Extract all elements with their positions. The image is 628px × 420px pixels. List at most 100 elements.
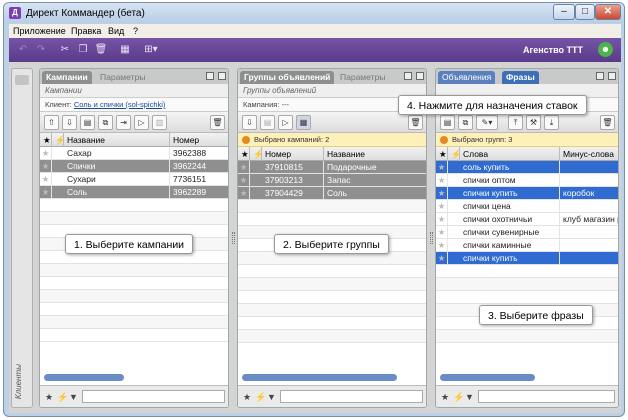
download-icon[interactable]: ⇩ — [242, 115, 257, 130]
download-icon[interactable]: ⇩ — [62, 115, 77, 130]
table-row[interactable] — [238, 278, 426, 291]
menu-edit[interactable]: Правка — [71, 26, 101, 36]
copy-campaign-icon[interactable]: ⧉ — [98, 115, 113, 130]
table-row[interactable]: ★ соль купить — [436, 161, 618, 174]
filter-bolt-icon[interactable]: ⚡ — [255, 392, 266, 403]
minimize-button[interactable]: – — [553, 4, 575, 20]
menu-help[interactable]: ? — [133, 26, 138, 36]
table-row[interactable]: ★ спички купить — [436, 252, 618, 265]
table-row[interactable] — [238, 200, 426, 213]
panel-minimize-icon[interactable] — [596, 72, 604, 80]
filter-star-icon[interactable]: ★ — [243, 392, 251, 403]
set-bids-icon[interactable]: ⚒ — [526, 115, 541, 130]
table-row[interactable] — [40, 277, 228, 290]
client-link[interactable]: Соль и спички (sol-spichki) — [74, 100, 166, 109]
table-row[interactable] — [238, 265, 426, 278]
menu-view[interactable]: Вид — [108, 26, 124, 36]
document-icon[interactable]: ▤ — [80, 115, 95, 130]
horizontal-scrollbar[interactable] — [440, 374, 535, 381]
table-row[interactable]: ★ 37904429 Соль — [238, 187, 426, 200]
table-row[interactable] — [238, 317, 426, 330]
table-row[interactable] — [436, 278, 618, 291]
filter-star-icon[interactable]: ★ — [441, 392, 449, 403]
filter-funnel-icon[interactable]: ▼ — [465, 392, 474, 402]
filter-star-icon[interactable]: ★ — [45, 392, 53, 403]
document-icon[interactable]: ▤ — [260, 115, 275, 130]
panel-minimize-icon[interactable] — [404, 72, 412, 80]
panel-maximize-icon[interactable] — [608, 72, 616, 80]
panel-minimize-icon[interactable] — [206, 72, 214, 80]
maximize-button[interactable]: □ — [575, 4, 595, 20]
horizontal-scrollbar[interactable] — [44, 374, 124, 381]
bolt-column-header[interactable]: ⚡ — [250, 147, 264, 161]
bolt-column-header[interactable]: ⚡ — [52, 133, 66, 147]
stats-icon[interactable]: ▥ — [152, 115, 167, 130]
filter-funnel-icon[interactable]: ▼ — [267, 392, 276, 402]
grid-view-icon[interactable]: ▦ — [296, 115, 311, 130]
tab-campaigns[interactable]: Кампании — [42, 71, 92, 84]
table-row[interactable] — [40, 264, 228, 277]
grid-icon[interactable]: ▦ — [117, 42, 133, 58]
star-column-header[interactable]: ★ — [238, 147, 250, 161]
table-row[interactable] — [40, 329, 228, 342]
table-row[interactable]: ★ спички купить коробок — [436, 187, 618, 200]
filter-funnel-icon[interactable]: ▼ — [69, 392, 78, 402]
raise-bid-icon[interactable]: ⤒ — [508, 115, 523, 130]
table-row[interactable] — [238, 291, 426, 304]
table-row[interactable] — [40, 316, 228, 329]
filter-bolt-icon[interactable]: ⚡ — [57, 392, 68, 403]
table-row[interactable]: ★ Сахар 3962388 — [40, 147, 228, 160]
user-icon[interactable]: ☻ — [598, 42, 613, 57]
menu-application[interactable]: Приложение — [13, 26, 66, 36]
column-number[interactable]: Номер — [262, 147, 324, 161]
document-icon[interactable]: ▤ — [440, 115, 455, 130]
campaigns-filter-input[interactable] — [82, 390, 225, 403]
edit-dropdown-icon[interactable]: ✎▾ — [476, 115, 498, 130]
table-row[interactable]: ★ спички охотничьи клуб магазин р — [436, 213, 618, 226]
close-button[interactable]: ✕ — [595, 4, 621, 20]
sidebar-toggle-icon[interactable] — [15, 75, 29, 85]
bolt-column-header[interactable]: ⚡ — [448, 147, 462, 161]
splitter-handle[interactable] — [232, 232, 235, 244]
panel-maximize-icon[interactable] — [218, 72, 226, 80]
trash-icon[interactable]: 🗑 — [600, 115, 615, 130]
panel-maximize-icon[interactable] — [416, 72, 424, 80]
play-icon[interactable]: ▷ — [278, 115, 293, 130]
table-row[interactable] — [40, 212, 228, 225]
tab-ads[interactable]: Объявления — [438, 71, 496, 84]
table-row[interactable] — [238, 330, 426, 343]
star-column-header[interactable]: ★ — [436, 147, 448, 161]
clients-sidebar[interactable]: Клиенты — [11, 68, 33, 408]
move-campaign-icon[interactable]: ⇥ — [116, 115, 131, 130]
tab-campaign-params[interactable]: Параметры — [96, 71, 149, 84]
table-row[interactable] — [436, 330, 618, 343]
column-name[interactable]: Название — [64, 133, 170, 147]
column-number[interactable]: Номер — [170, 133, 228, 147]
phrases-filter-input[interactable] — [478, 390, 615, 403]
table-row[interactable] — [238, 304, 426, 317]
trash-icon[interactable]: 🗑 — [210, 115, 225, 130]
copy-phrases-icon[interactable]: ⧉ — [458, 115, 473, 130]
redo-icon[interactable]: ↷ — [33, 42, 49, 58]
column-name[interactable]: Название — [324, 147, 426, 161]
table-row[interactable]: ★ Спички 3962244 — [40, 160, 228, 173]
upload-icon[interactable]: ⇧ — [44, 115, 59, 130]
table-row[interactable]: ★ спички оптом — [436, 174, 618, 187]
cut-icon[interactable]: ✂ — [57, 42, 73, 58]
table-row[interactable]: ★ спички каминные — [436, 239, 618, 252]
splitter-handle[interactable] — [430, 232, 433, 244]
table-row[interactable] — [436, 291, 618, 304]
layout-icon[interactable]: ⊞▾ — [139, 42, 163, 58]
table-row[interactable]: ★ 37910815 Подарочные — [238, 161, 426, 174]
table-row[interactable]: ★ спички сувенирные — [436, 226, 618, 239]
table-row[interactable] — [436, 265, 618, 278]
play-icon[interactable]: ▷ — [134, 115, 149, 130]
tab-phrases[interactable]: Фразы — [502, 71, 539, 84]
trash-icon[interactable]: 🗑 — [408, 115, 423, 130]
delete-icon[interactable]: 🗑 — [93, 42, 109, 58]
table-row[interactable]: ★ спички цена — [436, 200, 618, 213]
table-row[interactable]: ★ Сухари 7736151 — [40, 173, 228, 186]
table-row[interactable]: ★ Соль 3962289 — [40, 186, 228, 199]
groups-filter-input[interactable] — [280, 390, 423, 403]
copy-icon[interactable]: ❐ — [75, 42, 91, 58]
